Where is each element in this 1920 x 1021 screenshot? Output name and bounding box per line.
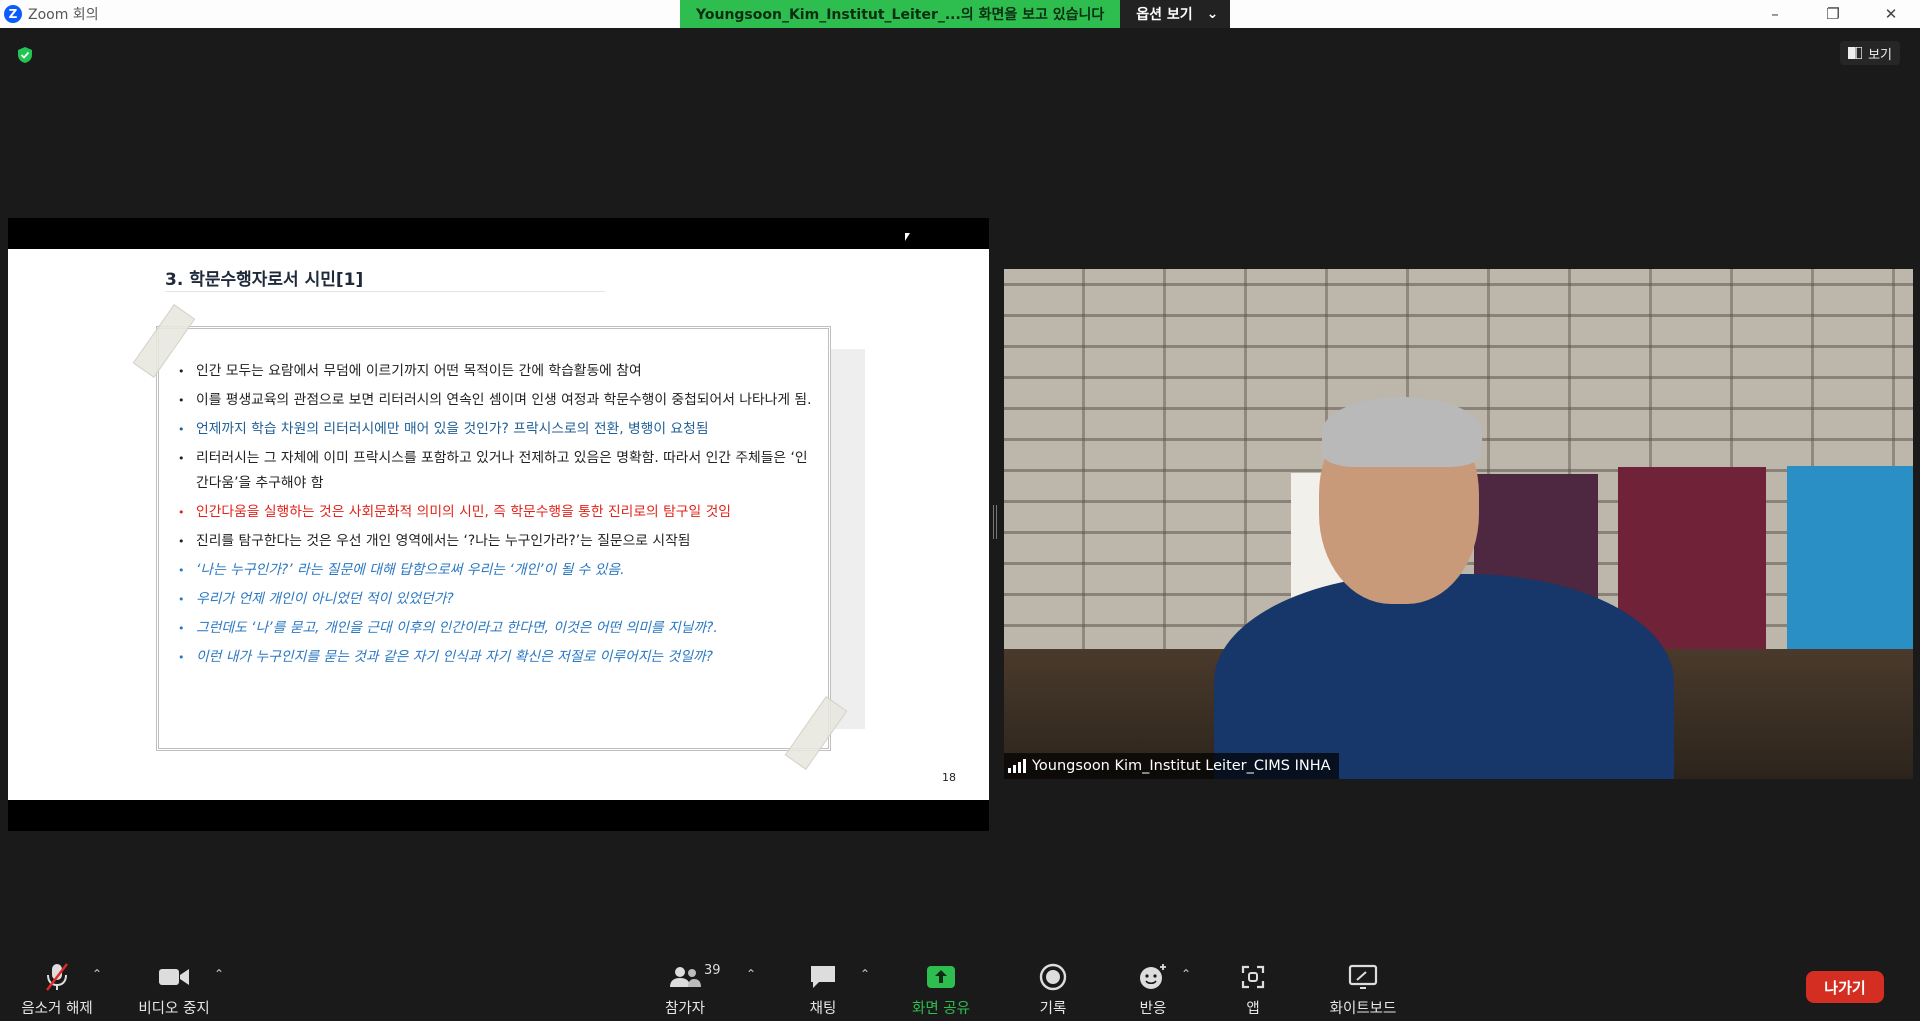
minimize-button[interactable]: – (1746, 0, 1804, 28)
chevron-down-icon: ⌄ (1206, 6, 1219, 22)
whiteboard-button[interactable]: 화이트보드 (1308, 955, 1418, 1018)
bullet-item: 인간 모두는 요람에서 무덤에 이르기까지 어떤 목적이든 간에 학습활동에 참… (178, 359, 818, 384)
meeting-toolbar: 음소거 해제 ⌃ 비디오 중지 ⌃ 참가자 39 ⌃ 채팅 ⌃ 화면 공유 기록… (0, 955, 1920, 1021)
bullet-item: 인간다움을 실행하는 것은 사회문화적 의미의 시민, 즉 학문수행을 통한 진… (178, 500, 818, 525)
close-button[interactable]: ✕ (1862, 0, 1920, 28)
participants-icon (670, 967, 701, 987)
window-titlebar: Z Zoom 회의 Youngsoon_Kim_Institut_Leiter_… (0, 0, 1920, 28)
participants-label: 참가자 (664, 1001, 706, 1017)
record-label: 기록 (1039, 1001, 1067, 1017)
participants-options-caret[interactable]: ⌃ (746, 967, 756, 981)
bullet-item: 이런 내가 누구인지를 묻는 것과 같은 자기 인식과 자기 확신은 저절로 이… (178, 645, 818, 670)
chat-options-caret[interactable]: ⌃ (860, 967, 870, 981)
whiteboard-label: 화이트보드 (1329, 1001, 1397, 1017)
shared-screen[interactable]: 3. 학문수행자로서 시민[1] 인간 모두는 요람에서 무덤에 이르기까지 어… (8, 218, 989, 831)
view-label: 보기 (1868, 47, 1892, 63)
connection-signal-icon (1008, 759, 1026, 773)
share-screen-label: 화면 공유 (912, 1001, 970, 1017)
zoom-logo-icon: Z (4, 5, 22, 23)
participant-video[interactable]: Youngsoon Kim_Institut Leiter_CIMS INHA (1004, 269, 1913, 779)
bullet-item: 언제까지 학습 차원의 리터러시에만 매어 있을 것인가? 프락시스로의 전환,… (178, 417, 818, 442)
window-title: Zoom 회의 (28, 7, 99, 23)
view-options-button[interactable]: 옵션 보기 ⌄ (1120, 0, 1231, 28)
presentation-slide: 3. 학문수행자로서 시민[1] 인간 모두는 요람에서 무덤에 이르기까지 어… (8, 249, 989, 800)
sidebar-layout-icon (1848, 47, 1863, 59)
bullet-item: 이를 평생교육의 관점으로 보면 리터러시의 연속인 셈이며 인생 여정과 학문… (178, 388, 818, 413)
reactions-options-caret[interactable]: ⌃ (1181, 967, 1191, 981)
bullet-item: ‘나는 누구인가?’ 라는 질문에 대해 답함으로써 우리는 ‘개인’이 될 수… (178, 558, 818, 583)
participant-body (1214, 574, 1674, 779)
bullet-item: 리터러시는 그 자체에 이미 프락시스를 포함하고 있거나 전제하고 있음은 명… (178, 446, 818, 496)
bullet-item: 우리가 언제 개인이 아니었던 적이 있었던가? (178, 587, 818, 612)
participants-count: 39 (704, 963, 721, 978)
participant-hair (1322, 397, 1482, 467)
mouse-cursor-icon (905, 233, 910, 241)
participant-name-tag: Youngsoon Kim_Institut Leiter_CIMS INHA (1004, 753, 1339, 779)
microphone-muted-icon (46, 963, 68, 991)
participants-button[interactable]: 참가자 (630, 955, 740, 1018)
share-screen-icon (927, 966, 955, 988)
wall-panel (1787, 466, 1913, 672)
bullet-item: 진리를 탐구한다는 것은 우선 개인 영역에서는 ‘?나는 누구인가라?’는 질… (178, 529, 818, 554)
share-banner: Youngsoon_Kim_Institut_Leiter_...의 화면을 보… (680, 0, 1231, 28)
stop-video-label: 비디오 중지 (138, 1001, 210, 1017)
video-camera-icon (159, 969, 189, 985)
reactions-label: 반응 (1139, 1001, 1167, 1017)
restore-button[interactable]: ❐ (1804, 0, 1862, 28)
video-options-caret[interactable]: ⌃ (214, 967, 224, 981)
apps-button[interactable]: 앱 (1198, 955, 1308, 1018)
share-screen-button[interactable]: 화면 공유 (886, 955, 996, 1018)
bullet-item: 그런데도 ‘나’를 묻고, 개인을 근대 이후의 인간이라고 한다면, 이것은 … (178, 616, 818, 641)
chat-label: 채팅 (809, 1001, 837, 1017)
chat-button[interactable]: 채팅 (768, 955, 878, 1018)
slide-title: 3. 학문수행자로서 시민[1] (165, 270, 364, 290)
view-button[interactable]: 보기 (1840, 41, 1900, 65)
title-underline (165, 291, 605, 292)
record-icon (1039, 963, 1067, 991)
stop-video-button[interactable]: 비디오 중지 (119, 955, 229, 1018)
unmute-label: 음소거 해제 (21, 1001, 93, 1017)
record-button[interactable]: 기록 (998, 955, 1108, 1018)
audio-options-caret[interactable]: ⌃ (92, 967, 102, 981)
leave-meeting-button[interactable]: 나가기 (1806, 971, 1884, 1003)
whiteboard-icon (1348, 964, 1378, 989)
slide-page-number: 18 (942, 771, 956, 784)
view-options-label: 옵션 보기 (1136, 7, 1193, 23)
security-shield-icon[interactable] (16, 46, 34, 64)
unmute-button[interactable]: 음소거 해제 (2, 955, 112, 1018)
window-controls: – ❐ ✕ (1746, 0, 1920, 28)
emoji-reaction-icon (1140, 964, 1166, 989)
apps-icon (1241, 965, 1265, 989)
split-view-handle[interactable] (993, 505, 997, 539)
reactions-button[interactable]: 반응 (1098, 955, 1208, 1018)
apps-label: 앱 (1246, 1001, 1260, 1017)
slide-bullet-list: 인간 모두는 요람에서 무덤에 이르기까지 어떤 목적이든 간에 학습활동에 참… (178, 359, 818, 674)
chat-bubble-icon (811, 966, 835, 988)
share-banner-text: Youngsoon_Kim_Institut_Leiter_...의 화면을 보… (680, 0, 1121, 28)
participant-name: Youngsoon Kim_Institut Leiter_CIMS INHA (1032, 758, 1331, 774)
